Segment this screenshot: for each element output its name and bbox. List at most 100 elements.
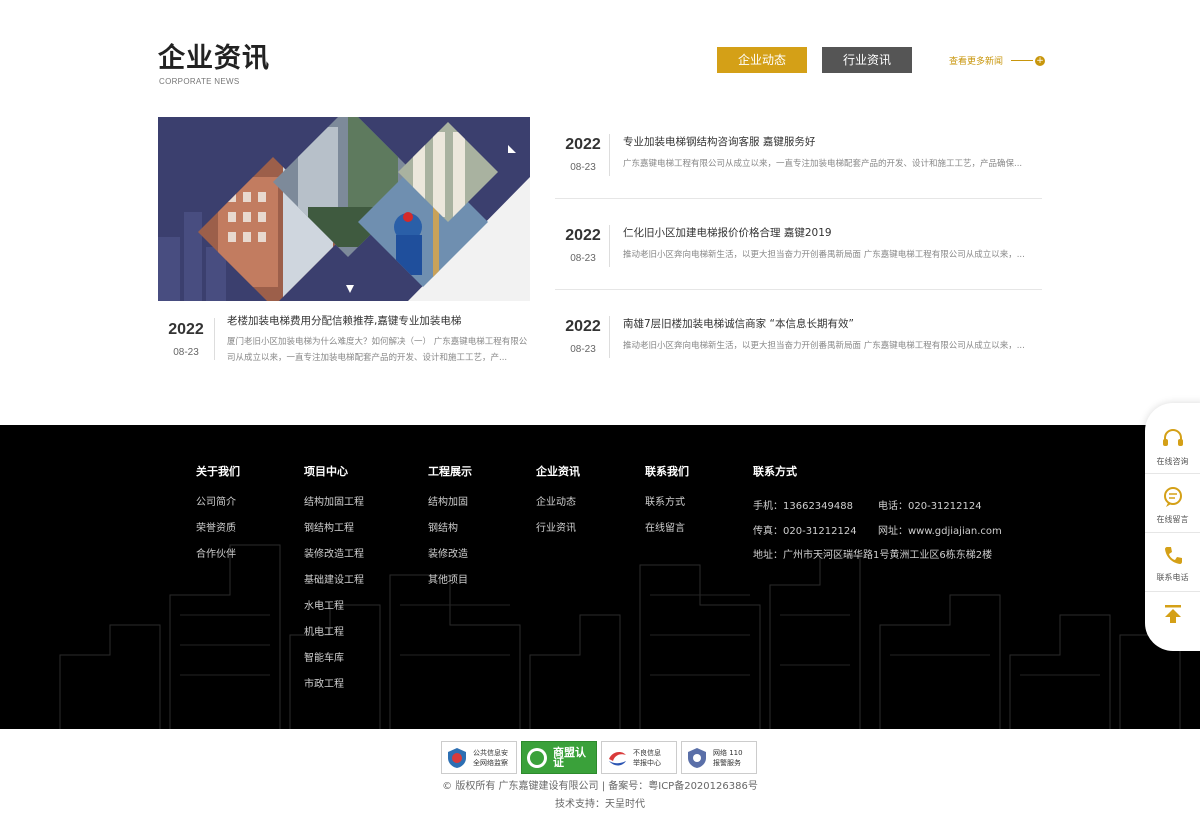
tech-support-text: 技术支持：天呈时代 bbox=[555, 799, 645, 810]
phone-icon bbox=[1164, 547, 1182, 564]
footer-col-showcase-head: 工程展示 bbox=[428, 465, 472, 478]
arrow-up-icon bbox=[1164, 605, 1181, 623]
footer-link-showcase[interactable]: 钢结构 bbox=[428, 522, 472, 548]
news-year-2: 2022 bbox=[565, 227, 601, 244]
footer-fax: 传真：020-31212124 bbox=[753, 526, 857, 537]
tab-company-news[interactable]: 企业动态 bbox=[717, 47, 807, 73]
more-news-label: 查看更多新闻 bbox=[949, 57, 1004, 67]
footer-col-about-head: 关于我们 bbox=[196, 465, 240, 478]
footer-col-about: 关于我们 公司简介 荣誉资质 合作伙伴 bbox=[196, 463, 240, 574]
footer-col-news-head: 企业资讯 bbox=[536, 465, 580, 478]
badge-police-110[interactable]: 网络 110 报警服务 bbox=[681, 741, 757, 774]
news-date-3: 2022 08-23 bbox=[555, 318, 611, 355]
footer-link-showcase[interactable]: 装修改造 bbox=[428, 548, 472, 574]
news-separator-1 bbox=[555, 198, 1042, 199]
footer-col-contact-us-head: 联系我们 bbox=[645, 465, 689, 478]
news-title-2[interactable]: 仁化旧小区加建电梯报价价格合理 嘉键2019 bbox=[623, 225, 832, 240]
badge-3-line1: 不良信息 bbox=[633, 748, 661, 757]
footer-col-news: 企业资讯 企业动态 行业资讯 bbox=[536, 463, 580, 548]
news-desc-1: 广东嘉键电梯工程有限公司从成立以来，一直专注加装电梯配套产品的开发、设计和施工工… bbox=[623, 159, 1023, 169]
footer-link-contact[interactable]: 联系方式 bbox=[645, 496, 689, 522]
badge-1-line1: 公共信息安 bbox=[473, 748, 508, 757]
news-desc-2: 推动老旧小区奔向电梯新生活，以更大担当奋力开创番禺新局面 广东嘉键电梯工程有限公… bbox=[623, 250, 1025, 260]
badge-merchant-cert[interactable]: 商盟认证 bbox=[521, 741, 597, 774]
badge-4-line1: 网络 110 bbox=[713, 748, 743, 757]
news-separator-2 bbox=[555, 289, 1042, 290]
footer-link-project[interactable]: 装修改造工程 bbox=[304, 548, 364, 574]
footer-mobile: 手机：13662349488 bbox=[753, 501, 853, 512]
floating-sidebar: 在线咨询 在线留言 联系电话 bbox=[1145, 403, 1200, 651]
footer: 关于我们 公司简介 荣誉资质 合作伙伴 项目中心 结构加固工程 钢结构工程 装修… bbox=[0, 425, 1200, 729]
footer-phone: 电话：020-31212124 bbox=[878, 501, 982, 512]
plus-circle-icon: + bbox=[1035, 55, 1046, 66]
news-desc-3: 推动老旧小区奔向电梯新生活，以更大担当奋力开创番禺新局面 广东嘉键电梯工程有限公… bbox=[623, 341, 1025, 351]
footer-link-company-intro[interactable]: 公司简介 bbox=[196, 496, 240, 522]
badge-4-line2: 报警服务 bbox=[713, 758, 741, 767]
featured-date: 2022 08-23 bbox=[158, 321, 214, 358]
merchant-cert-icon bbox=[527, 747, 547, 768]
featured-year: 2022 bbox=[168, 321, 204, 338]
footer-col-contact-us: 联系我们 联系方式 在线留言 bbox=[645, 463, 689, 548]
footer-link-message[interactable]: 在线留言 bbox=[645, 522, 689, 548]
footer-link-partners[interactable]: 合作伙伴 bbox=[196, 548, 240, 574]
back-to-top-button[interactable] bbox=[1145, 603, 1200, 629]
news-date-1: 2022 08-23 bbox=[555, 136, 611, 173]
badge-1-line2: 全网络监察 bbox=[473, 758, 508, 767]
sidebar-online-message[interactable]: 在线留言 bbox=[1145, 487, 1200, 525]
footer-link-project[interactable]: 市政工程 bbox=[304, 678, 364, 704]
badge-report-center[interactable]: 不良信息 举报中心 bbox=[601, 741, 677, 774]
tab-industry-news[interactable]: 行业资讯 bbox=[822, 47, 912, 73]
footer-link-news[interactable]: 行业资讯 bbox=[536, 522, 580, 548]
report-center-icon bbox=[609, 751, 626, 765]
footer-col-showcase: 工程展示 结构加固 钢结构 装修改造 其他项目 bbox=[428, 463, 472, 600]
featured-divider bbox=[214, 318, 215, 360]
footer-col-contact-info: 联系方式 bbox=[753, 463, 797, 496]
sidebar-online-consult[interactable]: 在线咨询 bbox=[1145, 428, 1200, 467]
footer-link-project[interactable]: 钢结构工程 bbox=[304, 522, 364, 548]
footer-address: 地址：广州市天河区瑞华路1号黄洲工业区6栋东梯2楼 bbox=[753, 550, 993, 561]
news-divider-3 bbox=[609, 316, 610, 358]
sidebar-separator bbox=[1145, 473, 1200, 474]
footer-col-projects-head: 项目中心 bbox=[304, 465, 348, 478]
news-year-1: 2022 bbox=[565, 136, 601, 153]
footer-link-project[interactable]: 结构加固工程 bbox=[304, 496, 364, 522]
news-month-day-3: 08-23 bbox=[570, 344, 596, 355]
news-divider-1 bbox=[609, 134, 610, 176]
footer-link-project[interactable]: 智能车库 bbox=[304, 652, 364, 678]
footer-link-project[interactable]: 基础建设工程 bbox=[304, 574, 364, 600]
headset-icon bbox=[1162, 428, 1183, 446]
news-year-3: 2022 bbox=[565, 318, 601, 335]
news-divider-2 bbox=[609, 225, 610, 267]
featured-title[interactable]: 老楼加装电梯费用分配信赖推荐,嘉键专业加装电梯 bbox=[227, 313, 461, 328]
footer-link-honors[interactable]: 荣誉资质 bbox=[196, 522, 240, 548]
more-news-link[interactable]: 查看更多新闻 + bbox=[949, 54, 1046, 67]
chat-bubble-icon bbox=[1163, 487, 1182, 507]
city-skyline-background bbox=[59, 544, 1181, 729]
sidebar-phone[interactable]: 联系电话 bbox=[1145, 545, 1200, 583]
footer-link-project[interactable]: 机电工程 bbox=[304, 626, 364, 652]
badge-3-line2: 举报中心 bbox=[633, 758, 661, 767]
news-date-2: 2022 08-23 bbox=[555, 227, 611, 264]
police-110-icon bbox=[688, 747, 706, 768]
more-line-decoration bbox=[1011, 60, 1034, 61]
news-title-1[interactable]: 专业加装电梯钢结构咨询客服 嘉键服务好 bbox=[623, 134, 815, 149]
featured-news-image[interactable] bbox=[158, 117, 530, 301]
copyright-text: © 版权所有 广东嘉键建设有限公司 | 备案号：粤ICP备2020126386号 bbox=[442, 781, 758, 792]
footer-contact-head: 联系方式 bbox=[753, 465, 797, 478]
public-security-icon bbox=[448, 747, 466, 768]
news-month-day-1: 08-23 bbox=[570, 162, 596, 173]
certification-badges: 公共信息安 全网络监察 商盟认证 不良信息 举报中心 网络 110 报警服务 bbox=[441, 741, 757, 774]
news-title-3[interactable]: 南雄7层旧楼加装电梯诚信商家 “本信息长期有效” bbox=[623, 316, 854, 331]
sidebar-separator bbox=[1145, 591, 1200, 592]
footer-link-showcase[interactable]: 其他项目 bbox=[428, 574, 472, 600]
featured-month-day: 08-23 bbox=[173, 347, 199, 358]
badge-public-security[interactable]: 公共信息安 全网络监察 bbox=[441, 741, 517, 774]
footer-link-showcase[interactable]: 结构加固 bbox=[428, 496, 472, 522]
footer-link-news[interactable]: 企业动态 bbox=[536, 496, 580, 522]
featured-desc: 厦门老旧小区加装电梯为什么难度大？如何解决（一） 广东嘉键电梯工程有限公司从成立… bbox=[227, 337, 528, 363]
footer-website[interactable]: 网址：www.gdjiajian.com bbox=[878, 522, 1002, 537]
sidebar-message-label: 在线留言 bbox=[1156, 515, 1189, 524]
sidebar-separator bbox=[1145, 532, 1200, 533]
badge-2-line1: 商盟认证 bbox=[553, 745, 586, 769]
footer-link-project[interactable]: 水电工程 bbox=[304, 600, 364, 626]
